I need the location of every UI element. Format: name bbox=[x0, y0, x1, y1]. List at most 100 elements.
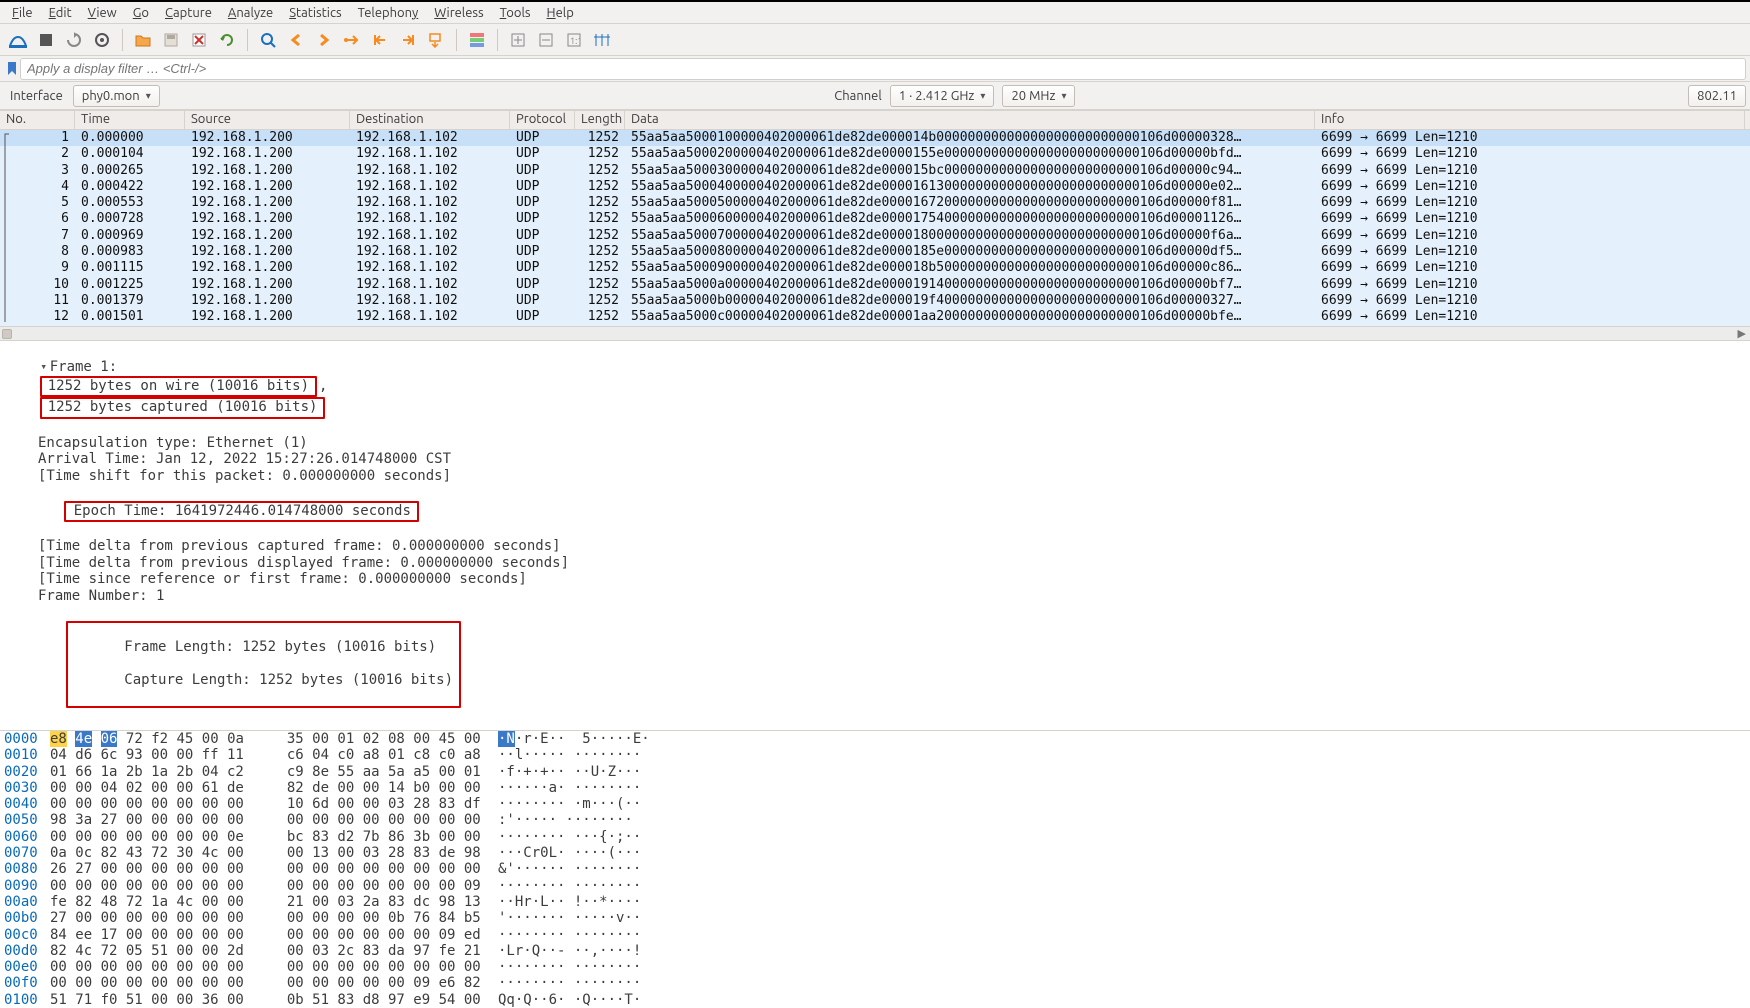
detail-delta-cap[interactable]: [Time delta from previous captured frame… bbox=[4, 538, 1746, 554]
col-no[interactable]: No. bbox=[0, 111, 75, 129]
hex-row[interactable]: 00f000 00 00 00 00 00 00 00 00 00 00 00 … bbox=[4, 975, 1746, 991]
channel-label: Channel bbox=[834, 89, 882, 103]
zoom-out-icon[interactable] bbox=[534, 28, 558, 52]
reload-icon[interactable] bbox=[215, 28, 239, 52]
display-filter-bar bbox=[0, 56, 1750, 82]
packet-row[interactable]: 40.000422192.168.1.200192.168.1.102UDP12… bbox=[0, 179, 1750, 195]
hex-row[interactable]: 0000e8 4e 06 72 f2 45 00 0a 35 00 01 02 … bbox=[4, 731, 1746, 747]
horizontal-scrollbar[interactable]: ▶ bbox=[0, 326, 1750, 340]
hex-row[interactable]: 001004 d6 6c 93 00 00 ff 11 c6 04 c0 a8 … bbox=[4, 747, 1746, 763]
menu-statistics[interactable]: Statistics bbox=[283, 5, 347, 21]
packet-row[interactable]: 30.000265192.168.1.200192.168.1.102UDP12… bbox=[0, 163, 1750, 179]
hex-row[interactable]: 010051 71 f0 51 00 00 36 00 0b 51 83 d8 … bbox=[4, 992, 1746, 1008]
auto-scroll-icon[interactable] bbox=[424, 28, 448, 52]
bandwidth-combo[interactable]: 20 MHz▾ bbox=[1002, 85, 1075, 107]
hex-row[interactable]: 00c084 ee 17 00 00 00 00 00 00 00 00 00 … bbox=[4, 927, 1746, 943]
hex-row[interactable]: 00a0fe 82 48 72 1a 4c 00 00 21 00 03 2a … bbox=[4, 894, 1746, 910]
hex-row[interactable]: 009000 00 00 00 00 00 00 00 00 00 00 00 … bbox=[4, 878, 1746, 894]
col-protocol[interactable]: Protocol bbox=[510, 111, 575, 129]
col-destination[interactable]: Destination bbox=[350, 111, 510, 129]
hex-row[interactable]: 00e000 00 00 00 00 00 00 00 00 00 00 00 … bbox=[4, 959, 1746, 975]
close-file-icon[interactable] bbox=[187, 28, 211, 52]
find-packet-icon[interactable] bbox=[256, 28, 280, 52]
packet-row[interactable]: 70.000969192.168.1.200192.168.1.102UDP12… bbox=[0, 228, 1750, 244]
hex-row[interactable]: 008026 27 00 00 00 00 00 00 00 00 00 00 … bbox=[4, 861, 1746, 877]
packet-row[interactable]: 90.001115192.168.1.200192.168.1.102UDP12… bbox=[0, 260, 1750, 276]
highlight-onwire: 1252 bytes on wire (10016 bits) bbox=[40, 376, 317, 397]
col-source[interactable]: Source bbox=[185, 111, 350, 129]
zoom-in-icon[interactable] bbox=[506, 28, 530, 52]
menu-tools[interactable]: Tools bbox=[494, 5, 537, 21]
hex-row[interactable]: 002001 66 1a 2b 1a 2b 04 c2 c9 8e 55 aa … bbox=[4, 764, 1746, 780]
scrollbar-thumb-left[interactable] bbox=[2, 329, 12, 339]
col-length[interactable]: Length bbox=[575, 111, 625, 129]
col-info[interactable]: Info bbox=[1315, 111, 1745, 129]
menu-help[interactable]: Help bbox=[541, 5, 580, 21]
col-data[interactable]: Data bbox=[625, 111, 1315, 129]
detail-arrival[interactable]: Arrival Time: Jan 12, 2022 15:27:26.0147… bbox=[4, 451, 1746, 467]
wireless-std-combo[interactable]: 802.11 bbox=[1688, 85, 1746, 107]
resize-columns-icon[interactable] bbox=[590, 28, 614, 52]
detail-frame-no[interactable]: Frame Number: 1 bbox=[4, 588, 1746, 604]
go-prev-icon[interactable] bbox=[284, 28, 308, 52]
highlight-captured: 1252 bytes captured (10016 bits) bbox=[40, 397, 326, 418]
open-file-icon[interactable] bbox=[131, 28, 155, 52]
packet-details-pane[interactable]: ▾Frame 1: 1252 bytes on wire (10016 bits… bbox=[0, 340, 1750, 730]
packet-row[interactable]: 80.000983192.168.1.200192.168.1.102UDP12… bbox=[0, 244, 1750, 260]
packet-bytes-pane[interactable]: 0000e8 4e 06 72 f2 45 00 0a 35 00 01 02 … bbox=[0, 730, 1750, 1008]
menu-view[interactable]: View bbox=[82, 5, 123, 21]
menu-go[interactable]: Go bbox=[127, 5, 155, 21]
display-filter-input[interactable] bbox=[20, 58, 1746, 80]
packet-row[interactable]: 60.000728192.168.1.200192.168.1.102UDP12… bbox=[0, 211, 1750, 227]
menu-wireless[interactable]: Wireless bbox=[428, 5, 489, 21]
go-next-icon[interactable] bbox=[312, 28, 336, 52]
channel-combo[interactable]: 1 · 2.412 GHz▾ bbox=[890, 85, 995, 107]
menu-bar: File Edit View Go Capture Analyze Statis… bbox=[0, 2, 1750, 24]
go-first-icon[interactable] bbox=[368, 28, 392, 52]
packet-row[interactable]: 20.000104192.168.1.200192.168.1.102UDP12… bbox=[0, 146, 1750, 162]
detail-timeshift[interactable]: [Time shift for this packet: 0.000000000… bbox=[4, 468, 1746, 484]
hex-row[interactable]: 003000 00 04 02 00 00 61 de 82 de 00 00 … bbox=[4, 780, 1746, 796]
hex-row[interactable]: 00b027 00 00 00 00 00 00 00 00 00 00 00 … bbox=[4, 910, 1746, 926]
interface-combo[interactable]: phy0.mon▾ bbox=[73, 85, 160, 107]
expand-triangle-icon[interactable]: ▾ bbox=[38, 359, 50, 375]
detail-encap[interactable]: Encapsulation type: Ethernet (1) bbox=[4, 435, 1746, 451]
detail-frame-row[interactable]: ▾Frame 1: 1252 bytes on wire (10016 bits… bbox=[4, 343, 1746, 435]
detail-delta-disp[interactable]: [Time delta from previous displayed fram… bbox=[4, 555, 1746, 571]
packet-row[interactable]: 100.001225192.168.1.200192.168.1.102UDP1… bbox=[0, 277, 1750, 293]
wireless-toolbar: Interface phy0.mon▾ Channel 1 · 2.412 GH… bbox=[0, 82, 1750, 110]
colorize-icon[interactable] bbox=[465, 28, 489, 52]
detail-epoch[interactable]: Epoch Time: 1641972446.014748000 seconds bbox=[4, 484, 1746, 538]
menu-file[interactable]: File bbox=[6, 5, 39, 21]
detail-lengths[interactable]: Frame Length: 1252 bytes (10016 bits) Ca… bbox=[4, 604, 1746, 724]
packet-list-header[interactable]: No. Time Source Destination Protocol Len… bbox=[0, 110, 1750, 130]
packet-row[interactable]: 10.000000192.168.1.200192.168.1.102UDP12… bbox=[0, 130, 1750, 146]
menu-telephony[interactable]: Telephony bbox=[352, 5, 425, 21]
detail-since-ref[interactable]: [Time since reference or first frame: 0.… bbox=[4, 571, 1746, 587]
packet-row[interactable]: 50.000553192.168.1.200192.168.1.102UDP12… bbox=[0, 195, 1750, 211]
hex-row[interactable]: 004000 00 00 00 00 00 00 00 10 6d 00 00 … bbox=[4, 796, 1746, 812]
hex-row[interactable]: 00700a 0c 82 43 72 30 4c 00 00 13 00 03 … bbox=[4, 845, 1746, 861]
col-time[interactable]: Time bbox=[75, 111, 185, 129]
packet-list[interactable]: 10.000000192.168.1.200192.168.1.102UDP12… bbox=[0, 130, 1750, 326]
hex-row[interactable]: 006000 00 00 00 00 00 00 0e bc 83 d2 7b … bbox=[4, 829, 1746, 845]
go-last-icon[interactable] bbox=[396, 28, 420, 52]
menu-capture[interactable]: Capture bbox=[159, 5, 218, 21]
hex-row[interactable]: 00d082 4c 72 05 51 00 00 2d 00 03 2c 83 … bbox=[4, 943, 1746, 959]
go-jump-icon[interactable] bbox=[340, 28, 364, 52]
save-file-icon[interactable] bbox=[159, 28, 183, 52]
filter-bookmark-icon[interactable] bbox=[4, 59, 20, 79]
stop-capture-icon[interactable] bbox=[34, 28, 58, 52]
zoom-reset-icon[interactable]: 1:1 bbox=[562, 28, 586, 52]
wireshark-logo-icon bbox=[6, 28, 30, 52]
capture-options-icon[interactable] bbox=[90, 28, 114, 52]
main-toolbar: 1:1 bbox=[0, 24, 1750, 56]
hex-row[interactable]: 005098 3a 27 00 00 00 00 00 00 00 00 00 … bbox=[4, 812, 1746, 828]
menu-analyze[interactable]: Analyze bbox=[222, 5, 279, 21]
restart-capture-icon[interactable] bbox=[62, 28, 86, 52]
chevron-down-icon: ▾ bbox=[1061, 90, 1066, 102]
menu-edit[interactable]: Edit bbox=[43, 5, 78, 21]
scrollbar-arrow-right[interactable]: ▶ bbox=[1738, 327, 1746, 340]
packet-row[interactable]: 120.001501192.168.1.200192.168.1.102UDP1… bbox=[0, 309, 1750, 325]
packet-row[interactable]: 110.001379192.168.1.200192.168.1.102UDP1… bbox=[0, 293, 1750, 309]
